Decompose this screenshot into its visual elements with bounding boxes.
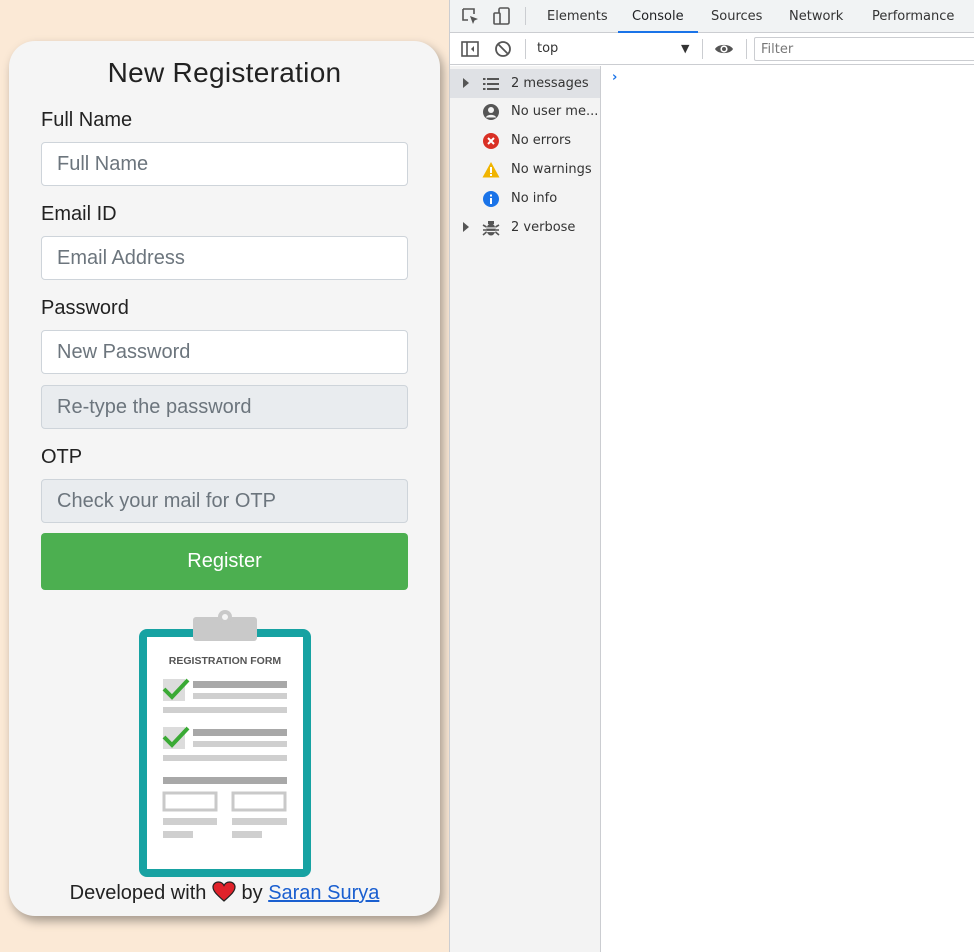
registration-form-illustration: REGISTRATION FORM [139,610,311,877]
sidebar-item-verbose[interactable]: 2 verbose [450,213,600,242]
chevron-down-icon[interactable]: ▼ [681,42,689,55]
register-button[interactable]: Register [41,533,408,590]
sidebar-item-label: No warnings [511,162,592,177]
expand-triangle-icon[interactable] [463,78,469,88]
console-prompt-icon[interactable]: › [612,70,617,85]
registration-card: New Registeration Full Name Email ID Pas… [9,41,440,916]
page-background: New Registeration Full Name Email ID Pas… [0,0,449,952]
otp-input[interactable] [41,479,408,523]
inspect-element-icon[interactable] [460,6,480,26]
email-label: Email ID [41,203,117,225]
footer-by: by [241,882,263,904]
sidebar-toggle-icon[interactable] [460,39,480,59]
sidebar-item-label: No user me... [511,104,599,119]
devtools-tab-bar: Elements Console Sources Network Perform… [450,0,974,33]
otp-label: OTP [41,446,83,468]
tab-separator [525,7,526,25]
context-selector[interactable]: top [537,41,558,56]
list-icon [483,78,499,90]
sidebar-item-label: 2 verbose [511,220,576,235]
toolbar-separator [746,39,747,59]
console-toolbar: top ▼ [450,33,974,65]
error-icon [483,133,499,149]
info-icon [483,191,499,207]
full-name-input[interactable] [41,142,408,186]
tab-performance[interactable]: Performance [858,0,968,33]
sidebar-item-messages[interactable]: 2 messages [450,69,600,98]
tab-sources[interactable]: Sources [697,0,776,33]
sidebar-item-user-messages[interactable]: No user me... [450,97,600,126]
full-name-label: Full Name [41,109,133,131]
form-title: New Registeration [107,57,342,88]
new-password-input[interactable] [41,330,408,374]
clear-console-icon[interactable] [493,39,513,59]
tab-network[interactable]: Network [775,0,857,33]
sidebar-item-label: No errors [511,133,572,148]
toolbar-separator [702,39,703,59]
sidebar-item-warnings[interactable]: No warnings [450,155,600,184]
eye-icon[interactable] [714,39,734,59]
heart-icon [212,881,236,902]
sidebar-item-label: 2 messages [511,76,589,91]
warning-icon [482,162,500,178]
devtools-panel: Elements Console Sources Network Perform… [449,0,974,952]
console-sidebar: 2 messages No user me... No errors No wa… [450,66,601,952]
device-toolbar-icon[interactable] [492,6,512,26]
filter-input[interactable] [754,37,974,61]
tab-elements[interactable]: Elements [533,0,622,33]
retype-password-input[interactable] [41,385,408,429]
password-label: Password [41,297,129,319]
bug-icon [482,221,500,236]
expand-triangle-icon[interactable] [463,222,469,232]
sidebar-item-label: No info [511,191,558,206]
illustration-caption: REGISTRATION FORM [169,655,282,667]
email-input[interactable] [41,236,408,280]
sidebar-item-errors[interactable]: No errors [450,126,600,155]
toolbar-separator [525,39,526,59]
user-icon [483,104,499,120]
author-link[interactable]: Saran Surya [268,882,379,904]
footer-prefix: Developed with [69,882,207,904]
footer: Developed with by Saran Surya [9,881,440,905]
tab-console[interactable]: Console [618,0,698,33]
sidebar-item-info[interactable]: No info [450,184,600,213]
